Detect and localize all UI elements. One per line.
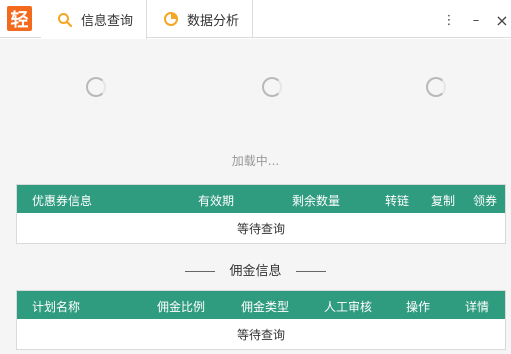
- loading-text: 加载中...: [231, 154, 280, 168]
- column-header: 佣金比例: [157, 300, 206, 314]
- commission-table-header: 计划名称 佣金比例 佣金类型 人工审核 操作 详情: [17, 291, 505, 319]
- menu-icon[interactable]: ⋮: [442, 13, 456, 28]
- search-icon: [57, 12, 73, 28]
- column-header: 佣金类型: [241, 300, 290, 314]
- pie-chart-icon: [163, 11, 179, 27]
- tab-data-analysis-label: 数据分析: [187, 13, 240, 29]
- commission-table-empty: 等待查询: [236, 327, 285, 342]
- divider: [185, 271, 216, 272]
- commission-table: 计划名称 佣金比例 佣金类型 人工审核 操作 详情 等待查询: [16, 290, 506, 350]
- tab-data-analysis[interactable]: 数据分析: [147, 0, 253, 38]
- column-header: 操作: [406, 300, 431, 314]
- commission-section-label: 佣金信息: [229, 264, 282, 279]
- column-header: 详情: [465, 300, 490, 314]
- loading-spinner-icon: [86, 77, 106, 97]
- column-header: 人工审核: [324, 300, 373, 314]
- column-header: 优惠券信息: [32, 194, 93, 208]
- column-header: 转链: [385, 194, 410, 208]
- title-bar: 轻 信息查询 数据分析 ⋮ – ×: [0, 0, 511, 39]
- loading-spinner-icon: [262, 77, 282, 97]
- coupon-table-empty: 等待查询: [236, 221, 285, 236]
- tab-info-query[interactable]: 信息查询: [41, 0, 147, 39]
- loading-spinner-icon: [426, 77, 446, 97]
- app-logo: 轻: [7, 6, 32, 31]
- main-content: 加载中... 优惠券信息 有效期 剩余数量 转链 复制 领券 等待查询 佣金信息…: [0, 39, 511, 354]
- tab-info-query-label: 信息查询: [81, 14, 134, 29]
- close-button[interactable]: ×: [495, 11, 509, 30]
- coupon-table-header: 优惠券信息 有效期 剩余数量 转链 复制 领券: [17, 185, 505, 213]
- divider: [295, 271, 326, 272]
- column-header: 剩余数量: [292, 194, 341, 208]
- minimize-button[interactable]: –: [469, 13, 483, 28]
- column-header: 复制: [431, 194, 456, 208]
- coupon-table: 优惠券信息 有效期 剩余数量 转链 复制 领券 等待查询: [16, 184, 506, 244]
- column-header: 计划名称: [32, 300, 81, 314]
- column-header: 领券: [473, 194, 498, 208]
- column-header: 有效期: [198, 194, 235, 208]
- commission-section-title: 佣金信息: [0, 260, 511, 279]
